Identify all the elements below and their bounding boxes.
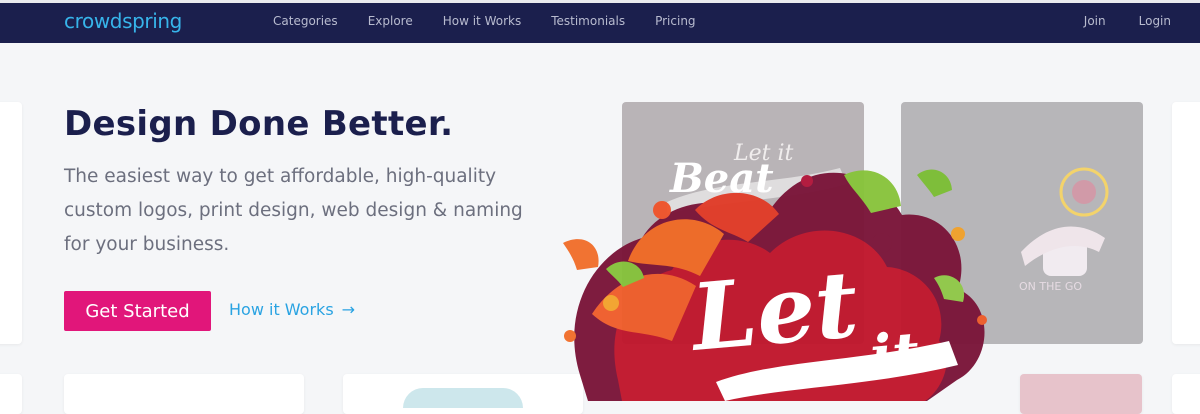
how-it-works-link[interactable]: How it Works → — [229, 300, 355, 319]
lower-previous-card — [0, 374, 22, 414]
arrow-right-icon: → — [341, 300, 356, 319]
crowdspring-logo[interactable]: crowdspring — [64, 9, 182, 33]
nav-pricing[interactable]: Pricing — [655, 14, 695, 28]
primary-navigation: Categories Explore How it Works Testimon… — [273, 14, 726, 28]
featured-let-text: Let — [685, 250, 862, 372]
top-navigation-bar: crowdspring Categories Explore How it Wo… — [0, 3, 1200, 43]
nav-how-it-works[interactable]: How it Works — [443, 14, 522, 28]
how-it-works-label: How it Works — [229, 300, 334, 319]
hero-title: Design Done Better. — [64, 104, 454, 144]
svg-text:ON THE GO: ON THE GO — [1019, 280, 1082, 293]
account-navigation: Join Login — [1051, 14, 1171, 28]
lower-preview-art — [403, 388, 523, 408]
lower-card-three — [1020, 374, 1142, 414]
next-card — [1172, 102, 1200, 344]
get-started-button[interactable]: Get Started — [64, 291, 211, 331]
lower-card-one — [64, 374, 304, 414]
nav-categories[interactable]: Categories — [273, 14, 338, 28]
nav-explore[interactable]: Explore — [368, 14, 413, 28]
featured-paint-splash-artwork: Let it — [563, 169, 987, 401]
nav-testimonials[interactable]: Testimonials — [551, 14, 625, 28]
hero-subtitle: The easiest way to get affordable, high-… — [64, 166, 523, 255]
previous-card — [0, 102, 22, 344]
lower-next-card — [1172, 374, 1200, 414]
login-link[interactable]: Login — [1139, 14, 1171, 28]
join-link[interactable]: Join — [1084, 14, 1106, 28]
